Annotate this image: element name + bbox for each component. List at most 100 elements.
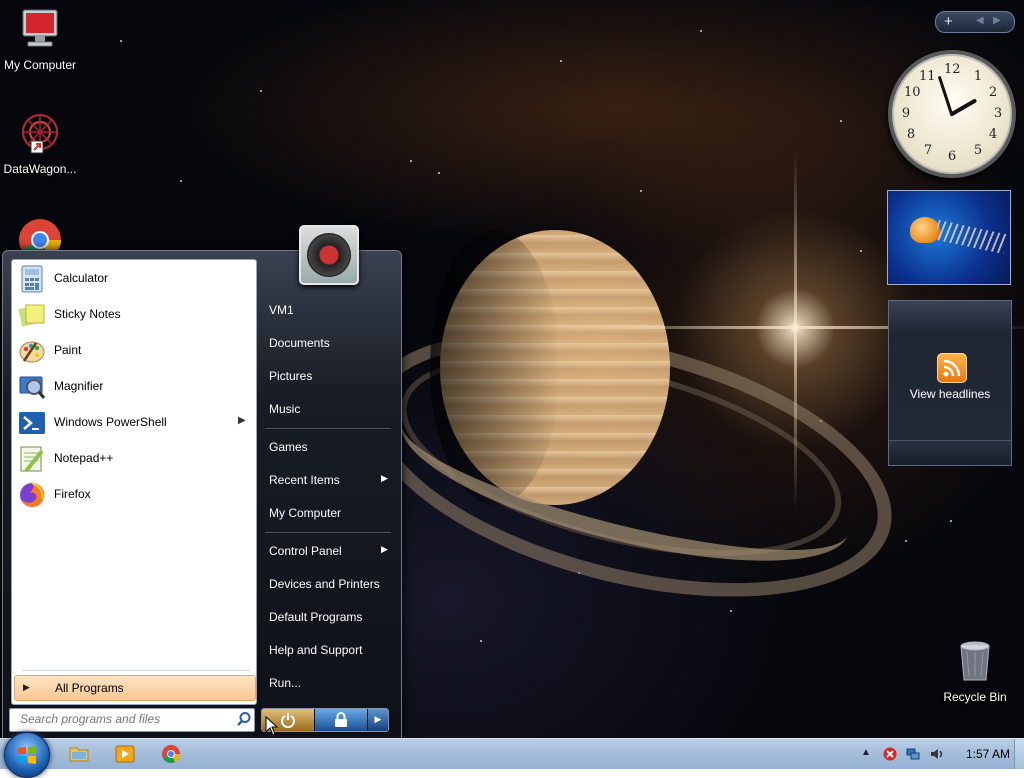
shutdown-options-button[interactable]: ▶	[368, 709, 388, 731]
clock-number: 4	[988, 127, 998, 142]
start-item-label: Recent Items	[269, 473, 340, 487]
search-icon[interactable]	[236, 711, 252, 727]
clock-minute-hand	[937, 75, 954, 117]
rss-icon	[937, 353, 967, 383]
clock-number: 11	[919, 69, 936, 84]
file-explorer-icon[interactable]	[68, 743, 90, 765]
gadget-footer	[889, 440, 1011, 465]
recycle-bin-icon	[960, 641, 990, 681]
all-programs-button[interactable]: ▶ All Programs	[14, 675, 256, 701]
desktop-icon-datawagon[interactable]: DataWagon...	[0, 112, 80, 176]
star	[410, 160, 412, 162]
start-item-pictures[interactable]: Pictures	[261, 362, 391, 390]
volume-icon[interactable]	[930, 747, 944, 761]
start-item-label: Help and Support	[269, 643, 363, 657]
start-item-label: Devices and Printers	[269, 577, 380, 591]
start-item-my-computer[interactable]: My Computer	[261, 499, 391, 527]
windows-logo-icon	[18, 746, 36, 764]
divider	[265, 428, 391, 430]
start-item-recent-items[interactable]: Recent Items ▶	[261, 466, 391, 494]
clock-gadget[interactable]: 12 1 2 3 4 5 6 7 8 9 10 11	[888, 50, 1016, 178]
submenu-arrow-icon: ▶	[238, 415, 246, 426]
datawagon-icon	[22, 114, 58, 154]
clock-time[interactable]: 1:57 AM	[966, 747, 1010, 761]
start-item-documents[interactable]: Documents	[261, 329, 391, 357]
previous-icon[interactable]: ◀	[976, 15, 984, 26]
all-programs-label: All Programs	[55, 681, 124, 695]
program-item-magnifier[interactable]: Magnifier	[14, 370, 254, 404]
start-item-label: Games	[269, 440, 308, 454]
next-icon[interactable]: ▶	[993, 15, 1001, 26]
start-item-control-panel[interactable]: Control Panel ▶	[261, 537, 391, 565]
paint-icon	[19, 341, 45, 363]
start-item-music[interactable]: Music	[261, 395, 391, 423]
show-hidden-icons-icon[interactable]: ▲	[861, 747, 871, 758]
start-item-devices-and-printers[interactable]: Devices and Printers	[261, 570, 391, 598]
power-buttons: ▶	[261, 708, 389, 732]
media-player-icon[interactable]	[114, 743, 136, 765]
star	[560, 60, 562, 62]
star	[860, 250, 862, 252]
clock-number: 1	[973, 69, 983, 84]
program-item-calculator[interactable]: Calculator	[14, 262, 254, 296]
star	[180, 180, 182, 182]
desktop-icon-recycle-bin[interactable]: Recycle Bin	[935, 636, 1015, 704]
program-label: Sticky Notes	[54, 307, 121, 321]
program-label: Magnifier	[54, 379, 104, 393]
network-icon[interactable]	[906, 747, 920, 761]
divider	[22, 670, 250, 671]
program-item-windows-powershell[interactable]: Windows PowerShell ▶	[14, 406, 254, 440]
program-item-notepad-plus-plus[interactable]: Notepad++	[14, 442, 254, 476]
start-item-run[interactable]: Run...	[261, 669, 391, 697]
lock-icon	[335, 712, 347, 727]
lock-button[interactable]	[315, 709, 367, 731]
taskbar: ▲ 1:57 AM	[0, 732, 1024, 778]
star	[905, 540, 907, 542]
program-label: Firefox	[54, 487, 91, 501]
program-label: Notepad++	[54, 451, 114, 465]
start-item-vm1[interactable]: VM1	[261, 296, 391, 324]
clock-number: 3	[993, 106, 1003, 121]
mouse-cursor-icon	[265, 716, 279, 736]
user-picture[interactable]	[299, 225, 359, 285]
desktop-icon-label: My Computer	[3, 58, 77, 72]
turntable-icon	[307, 233, 351, 277]
add-gadget-icon[interactable]: +	[944, 13, 953, 30]
program-item-firefox[interactable]: Firefox	[14, 478, 254, 512]
start-item-default-programs[interactable]: Default Programs	[261, 603, 391, 631]
power-icon	[281, 713, 295, 728]
start-item-label: Pictures	[269, 369, 313, 383]
action-center-error-icon[interactable]	[883, 747, 897, 761]
program-item-paint[interactable]: Paint	[14, 334, 254, 368]
show-desktop-button[interactable]	[1014, 739, 1024, 769]
star	[700, 30, 702, 32]
program-label: Calculator	[54, 271, 109, 285]
clock-number: 2	[988, 85, 998, 100]
clock-number: 6	[947, 149, 957, 164]
clock-number: 5	[973, 143, 983, 158]
jellyfish-tentacles	[934, 219, 1008, 255]
star-flare-vertical	[794, 150, 797, 510]
program-item-sticky-notes[interactable]: Sticky Notes	[14, 298, 254, 332]
search-programs-box[interactable]	[9, 708, 255, 732]
start-item-games[interactable]: Games	[261, 433, 391, 461]
powershell-icon	[19, 412, 45, 434]
programs-list: Calculator Sticky Notes Paint Magnifier …	[11, 259, 257, 705]
slideshow-gadget[interactable]	[887, 190, 1011, 285]
start-item-help-and-support[interactable]: Help and Support	[261, 636, 391, 664]
star	[120, 40, 122, 42]
star	[730, 610, 732, 612]
view-headlines-link[interactable]: View headlines	[889, 387, 1011, 401]
program-label: Windows PowerShell	[54, 415, 167, 429]
arrow-right-icon: ▶	[374, 714, 382, 724]
star	[480, 640, 482, 642]
start-button[interactable]	[4, 732, 50, 778]
desktop-icon-my-computer[interactable]: My Computer	[0, 8, 80, 72]
feed-headlines-gadget[interactable]: View headlines	[888, 300, 1012, 466]
start-item-label: Default Programs	[269, 610, 363, 624]
chrome-icon[interactable]	[160, 743, 182, 765]
search-input[interactable]	[10, 709, 234, 729]
divider	[265, 532, 391, 534]
clock-number: 9	[901, 106, 911, 121]
start-item-label: Run...	[269, 676, 302, 690]
